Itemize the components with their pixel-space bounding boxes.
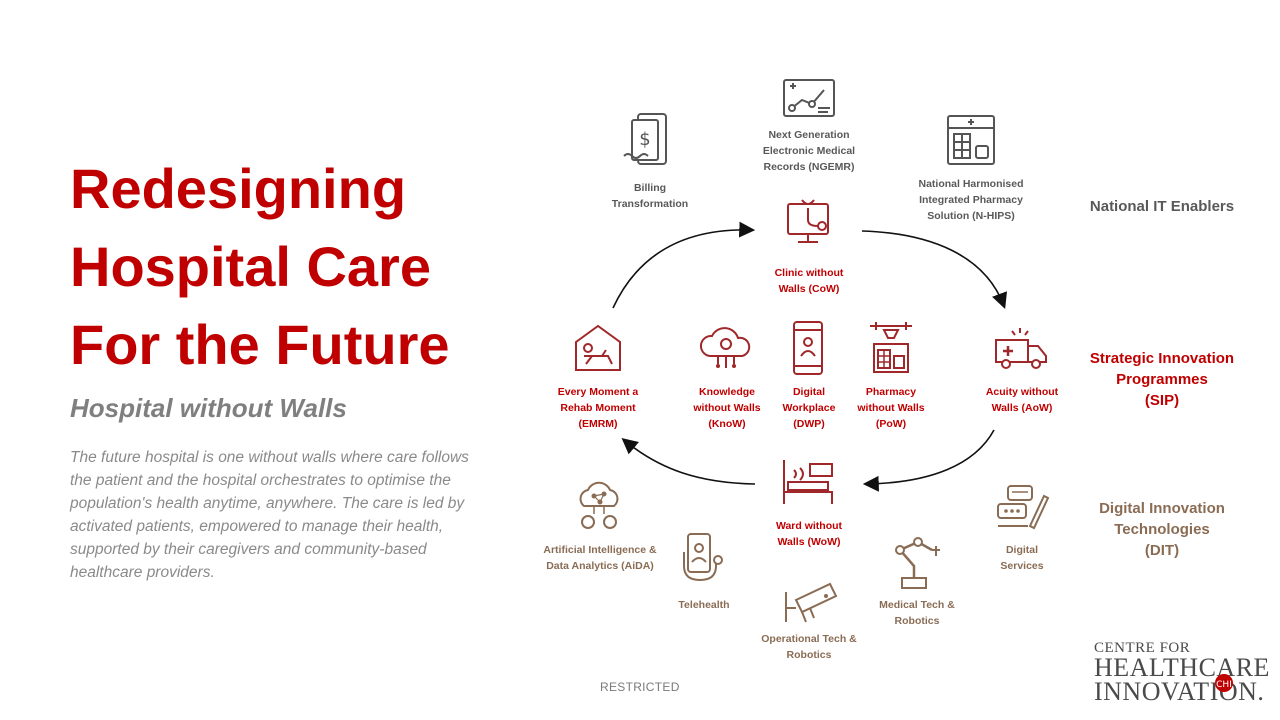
arrow-bottom-left [621,437,756,485]
svg-text:CHI: CHI [1216,680,1232,690]
arrow-top-left [612,221,756,309]
clinic-icon [787,199,829,243]
label-emrm: Every Moment a Rehab Moment (EMRM) [557,386,639,430]
ai-network-icon [579,481,619,529]
label-pow: Pharmacy without Walls (PoW) [857,386,925,430]
category-sip: Strategic Innovation Programmes (SIP) [1089,350,1235,409]
pharmacy-drone-icon [870,322,912,373]
ambulance-icon [995,328,1047,369]
label-telehealth: Telehealth [678,599,730,611]
label-wow: Ward without Walls (WoW) [775,520,843,548]
category-dit: Digital Innovation Technologies (DIT) [1099,500,1225,559]
label-medtech: Medical Tech & Robotics [879,599,955,627]
emr-icon [783,79,835,117]
label-digital-services: Digital Services [1000,544,1044,572]
pharmacy-solution-icon [947,115,995,165]
label-aida: Artificial Intelligence & Data Analytics … [543,544,657,572]
rehab-icon [575,324,621,371]
camera-icon [785,582,838,623]
arrow-bottom-right [862,429,995,492]
digital-services-icon [997,485,1050,530]
billing-icon: $ [623,113,667,165]
restricted-label: RESTRICTED [600,680,680,694]
category-national-it: National IT Enablers [1089,198,1235,215]
ward-bed-icon [783,460,833,504]
digital-workplace-icon [793,321,823,375]
label-billing: Billing Transformation [611,182,689,210]
label-ngemr: Next Generation Electronic Medical Records… [762,129,856,173]
label-know: Knowledge without Walls (KnoW) [693,386,761,430]
chi-logo: CENTRE FOR HEALTHCARE INNOVATION. [1094,640,1270,706]
label-cow: Clinic without Walls (CoW) [774,267,844,295]
chi-logo-mark-icon: CHI [1215,674,1233,692]
label-ot-robotics: Operational Tech & Robotics [761,633,857,661]
label-nhips: National Harmonised Integrated Pharmacy So… [918,178,1024,222]
robot-arm-icon [895,537,940,589]
label-aow: Acuity without Walls (AoW) [985,386,1059,414]
arrow-top-right [861,230,1008,309]
knowledge-cloud-icon [700,327,751,368]
label-dwp: Digital Workplace (DWP) [782,386,836,430]
svg-text:$: $ [639,129,650,150]
telehealth-icon [683,533,723,582]
